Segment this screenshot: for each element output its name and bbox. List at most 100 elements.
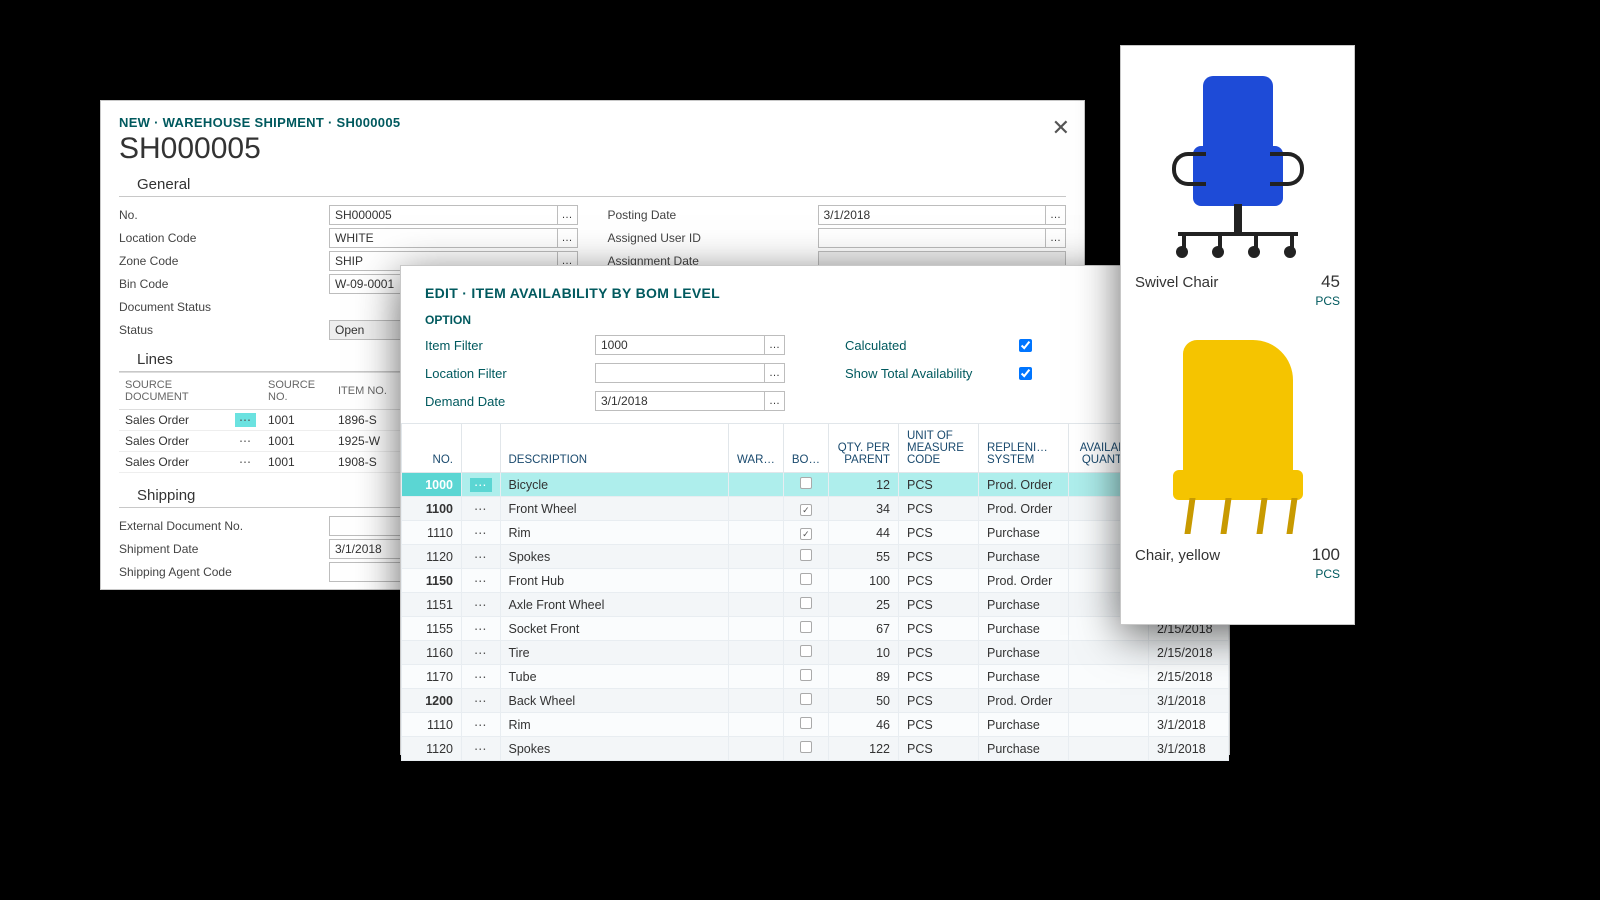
row-actions-icon[interactable]: ⋯ (470, 742, 492, 756)
row-actions-icon[interactable]: ⋯ (470, 718, 492, 732)
location-lookup[interactable]: … (558, 228, 578, 248)
calculated-label: Calculated (845, 338, 1015, 353)
bin-label: Bin Code (119, 277, 329, 291)
close-icon[interactable]: ✕ (1052, 115, 1070, 141)
table-row[interactable]: 1110 ⋯ Rim ✓ 44 PCS Purchase 2/15/2018 (402, 521, 1229, 545)
bom-availability-window: EDIT · ITEM AVAILABILITY BY BOM LEVEL ⤢ … (400, 265, 1230, 755)
item-name: Swivel Chair (1135, 274, 1218, 291)
row-actions-icon[interactable]: ⋯ (235, 455, 256, 469)
row-actions-icon[interactable]: ⋯ (235, 413, 256, 427)
table-row[interactable]: 1120 ⋯ Spokes 122 PCS Purchase 3/1/2018 (402, 737, 1229, 761)
row-actions-icon[interactable]: ⋯ (470, 670, 492, 684)
col-no[interactable]: NO. (402, 424, 462, 473)
table-row[interactable]: 1150 ⋯ Front Hub 100 PCS Prod. Order 2/1… (402, 569, 1229, 593)
checkbox-icon[interactable]: ✓ (800, 528, 812, 540)
row-actions-icon[interactable]: ⋯ (235, 434, 256, 448)
status-label: Status (119, 323, 329, 337)
table-row[interactable]: 1170 ⋯ Tube 89 PCS Purchase 2/15/2018 (402, 665, 1229, 689)
location-label: Location Code (119, 231, 329, 245)
row-actions-icon[interactable]: ⋯ (470, 526, 492, 540)
row-actions-icon[interactable]: ⋯ (470, 574, 492, 588)
showtotal-checkbox[interactable] (1019, 367, 1032, 380)
no-field[interactable]: SH000005 (329, 205, 558, 225)
col-war[interactable]: WAR… (728, 424, 783, 473)
checkbox-icon[interactable] (800, 645, 812, 657)
table-row[interactable]: 1120 ⋯ Spokes 55 PCS Purchase 2/15/2018 (402, 545, 1229, 569)
no-lookup[interactable]: … (558, 205, 578, 225)
docstatus-label: Document Status (119, 300, 329, 314)
posting-field[interactable]: 3/1/2018 (818, 205, 1047, 225)
table-row[interactable]: 1160 ⋯ Tire 10 PCS Purchase 2/15/2018 (402, 641, 1229, 665)
itemfilter-label: Item Filter (425, 338, 595, 353)
bom-title: EDIT · ITEM AVAILABILITY BY BOM LEVEL (425, 285, 720, 301)
item-cards-panel: Swivel Chair 45 PCS Chair, yellow 100 PC… (1120, 45, 1355, 625)
checkbox-icon[interactable] (800, 549, 812, 561)
table-row[interactable]: 1200 ⋯ Back Wheel 50 PCS Prod. Order 3/1… (402, 689, 1229, 713)
zone-label: Zone Code (119, 254, 329, 268)
item-name: Chair, yellow (1135, 547, 1220, 564)
col-srcno[interactable]: SOURCE NO. (262, 373, 332, 410)
chair-icon (1153, 334, 1323, 534)
showtotal-label: Show Total Availability (845, 366, 1015, 381)
col-uom[interactable]: UNIT OF MEASURE CODE (899, 424, 979, 473)
item-uom: PCS (1315, 567, 1340, 581)
locfilter-field[interactable] (595, 363, 765, 383)
checkbox-icon[interactable] (800, 669, 812, 681)
agent-label: Shipping Agent Code (119, 565, 329, 579)
shipdate-label: Shipment Date (119, 542, 329, 556)
extdoc-label: External Document No. (119, 519, 329, 533)
no-label: No. (119, 208, 329, 222)
itemfilter-field[interactable]: 1000 (595, 335, 765, 355)
item-qty: 45 (1321, 272, 1340, 291)
checkbox-icon[interactable] (800, 597, 812, 609)
checkbox-icon[interactable] (800, 477, 812, 489)
table-row[interactable]: 1155 ⋯ Socket Front 67 PCS Purchase 2/15… (402, 617, 1229, 641)
assigneduser-lookup[interactable]: … (1046, 228, 1066, 248)
item-uom: PCS (1315, 294, 1340, 308)
demanddate-lookup[interactable]: … (765, 391, 785, 411)
bom-table: NO. DESCRIPTION WAR… BO… QTY. PER PARENT… (401, 423, 1229, 761)
checkbox-icon[interactable] (800, 573, 812, 585)
calculated-checkbox[interactable] (1019, 339, 1032, 352)
page-title: SH000005 (101, 130, 1084, 172)
locfilter-label: Location Filter (425, 366, 595, 381)
checkbox-icon[interactable] (800, 741, 812, 753)
item-qty: 100 (1312, 545, 1340, 564)
row-actions-icon[interactable]: ⋯ (470, 598, 492, 612)
col-bo[interactable]: BO… (783, 424, 828, 473)
col-qty[interactable]: QTY. PER PARENT (829, 424, 899, 473)
col-srcdoc[interactable]: SOURCE DOCUMENT (119, 373, 229, 410)
section-general[interactable]: General (119, 172, 1066, 197)
option-title: OPTION (401, 313, 1229, 331)
assigneduser-label: Assigned User ID (608, 231, 818, 245)
demanddate-label: Demand Date (425, 394, 595, 409)
location-field[interactable]: WHITE (329, 228, 558, 248)
col-repl[interactable]: REPLENI… SYSTEM (979, 424, 1069, 473)
checkbox-icon[interactable] (800, 693, 812, 705)
row-actions-icon[interactable]: ⋯ (470, 478, 492, 492)
checkbox-icon[interactable] (800, 717, 812, 729)
locfilter-lookup[interactable]: … (765, 363, 785, 383)
item-card[interactable]: Chair, yellow 100 PCS (1121, 319, 1354, 592)
checkbox-icon[interactable]: ✓ (800, 504, 812, 516)
assigneduser-field[interactable] (818, 228, 1047, 248)
row-actions-icon[interactable]: ⋯ (470, 550, 492, 564)
itemfilter-lookup[interactable]: … (765, 335, 785, 355)
row-actions-icon[interactable]: ⋯ (470, 694, 492, 708)
posting-lookup[interactable]: … (1046, 205, 1066, 225)
row-actions-icon[interactable]: ⋯ (470, 646, 492, 660)
item-card[interactable]: Swivel Chair 45 PCS (1121, 46, 1354, 319)
demanddate-field[interactable]: 3/1/2018 (595, 391, 765, 411)
table-row[interactable]: 1000 ⋯ Bicycle 12 PCS Prod. Order 3/1/20… (402, 473, 1229, 497)
col-desc[interactable]: DESCRIPTION (500, 424, 728, 473)
col-itemno[interactable]: ITEM NO. (332, 373, 402, 410)
table-row[interactable]: 1151 ⋯ Axle Front Wheel 25 PCS Purchase … (402, 593, 1229, 617)
row-actions-icon[interactable]: ⋯ (470, 622, 492, 636)
posting-label: Posting Date (608, 208, 818, 222)
table-row[interactable]: 1100 ⋯ Front Wheel ✓ 34 PCS Prod. Order … (402, 497, 1229, 521)
table-row[interactable]: 1110 ⋯ Rim 46 PCS Purchase 3/1/2018 (402, 713, 1229, 737)
chair-icon (1158, 66, 1318, 256)
breadcrumb: NEW · WAREHOUSE SHIPMENT · SH000005 (101, 101, 1084, 130)
row-actions-icon[interactable]: ⋯ (470, 502, 492, 516)
checkbox-icon[interactable] (800, 621, 812, 633)
